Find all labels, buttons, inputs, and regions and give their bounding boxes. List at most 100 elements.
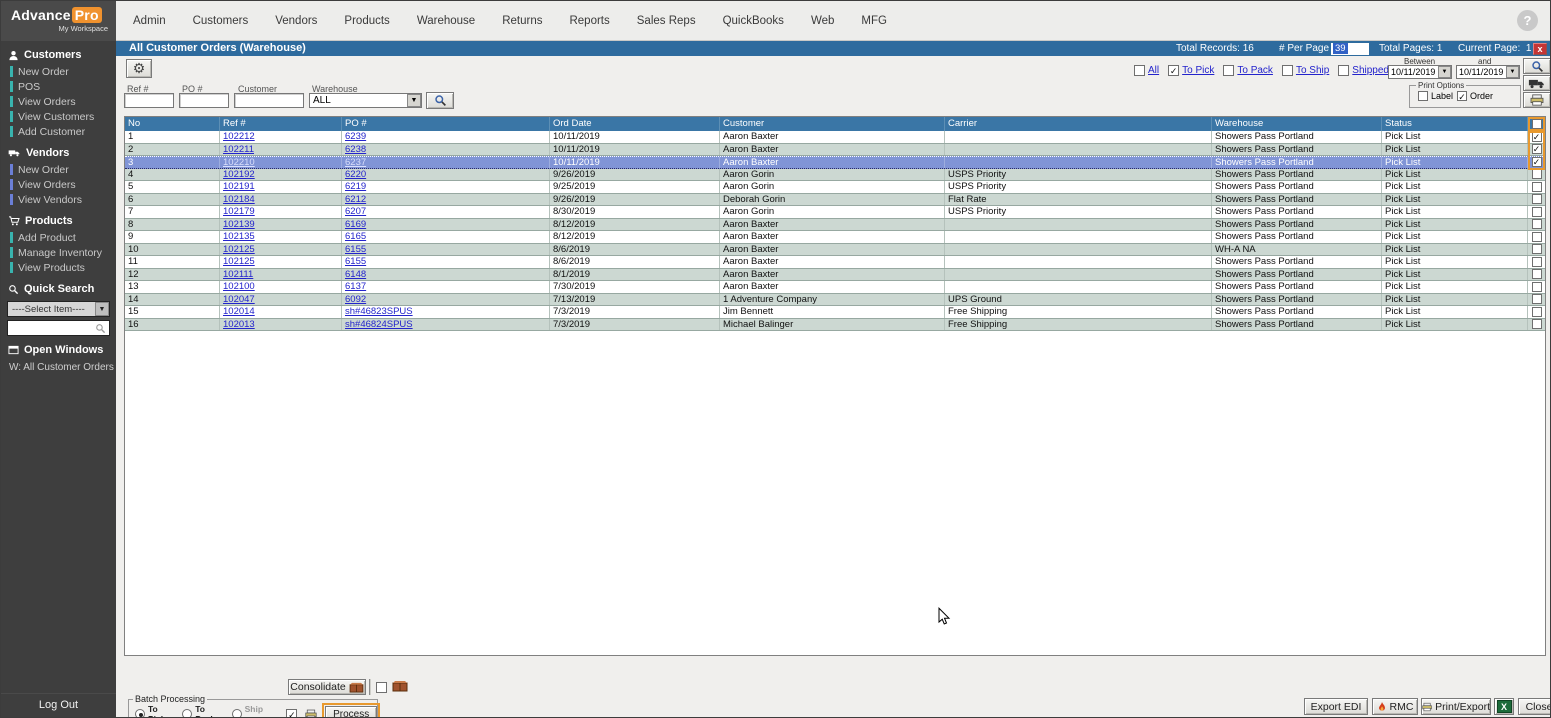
po-link[interactable]: 6237 — [345, 157, 366, 168]
ref-link[interactable]: 102125 — [223, 256, 255, 267]
cell-po[interactable]: 6207 — [342, 206, 550, 218]
cell-po[interactable]: sh#46823SPUS — [342, 306, 550, 318]
radio-button[interactable] — [182, 709, 192, 718]
po-link[interactable]: 6169 — [345, 219, 366, 230]
cell-ref[interactable]: 102135 — [220, 231, 342, 243]
po-filter-input[interactable] — [179, 93, 229, 108]
cell-ref[interactable]: 102191 — [220, 181, 342, 193]
sidebar-item-add-product[interactable]: Add Product — [1, 230, 116, 245]
col-header-ref[interactable]: Ref # — [220, 117, 342, 131]
radio-button[interactable] — [135, 709, 145, 718]
ref-link[interactable]: 102191 — [223, 181, 255, 192]
logout-button[interactable]: Log Out — [1, 693, 116, 716]
po-link[interactable]: 6137 — [345, 281, 366, 292]
nav-reports[interactable]: Reports — [569, 15, 609, 27]
search-icon[interactable] — [95, 323, 106, 334]
checkbox[interactable] — [1223, 65, 1234, 76]
app-logo[interactable]: AdvancePro My Workspace — [1, 1, 116, 41]
table-row[interactable]: 1010212561558/6/2019Aaron BaxterWH-A NAP… — [125, 244, 1545, 257]
customer-filter-input[interactable] — [234, 93, 304, 108]
nav-mfg[interactable]: MFG — [861, 15, 887, 27]
open-window-item[interactable]: W: All Customer Orders — [1, 359, 116, 373]
nav-warehouse[interactable]: Warehouse — [417, 15, 475, 27]
filter-shipped[interactable]: Shipped — [1338, 65, 1389, 76]
quick-search-select[interactable]: ----Select Item---- ▼ — [7, 301, 110, 317]
table-row[interactable]: 1310210061377/30/2019Aaron BaxterShowers… — [125, 281, 1545, 294]
ref-link[interactable]: 102210 — [223, 157, 255, 168]
row-checkbox[interactable] — [1532, 307, 1542, 317]
checkbox[interactable] — [1418, 91, 1428, 101]
filter-to-pick[interactable]: To Pick — [1168, 65, 1214, 76]
cell-po[interactable]: 6155 — [342, 256, 550, 268]
cell-po[interactable]: 6165 — [342, 231, 550, 243]
filter-to-pack[interactable]: To Pack — [1223, 65, 1273, 76]
sidebar-item-view-customers[interactable]: View Customers — [1, 109, 116, 124]
col-header-status[interactable]: Status — [1382, 117, 1528, 131]
sidebar-item-manage-inventory[interactable]: Manage Inventory — [1, 245, 116, 260]
po-link[interactable]: 6212 — [345, 194, 366, 205]
package-icon[interactable] — [392, 680, 408, 692]
cell-ref[interactable]: 102125 — [220, 244, 342, 256]
nav-returns[interactable]: Returns — [502, 15, 542, 27]
chevron-down-icon[interactable]: ▼ — [1438, 66, 1451, 78]
cell-ref[interactable]: 102111 — [220, 269, 342, 281]
rmc-button[interactable]: RMC — [1372, 698, 1418, 715]
cell-ref[interactable]: 102047 — [220, 294, 342, 306]
row-checkbox[interactable] — [1532, 232, 1542, 242]
cell-ref[interactable]: 102211 — [220, 144, 342, 156]
cell-ref[interactable]: 102212 — [220, 131, 342, 143]
cell-po[interactable]: 6212 — [342, 194, 550, 206]
sidebar-item-customers-new-order[interactable]: New Order — [1, 64, 116, 79]
print-option-order[interactable]: Order — [1457, 91, 1493, 101]
row-checkbox[interactable] — [1532, 169, 1542, 179]
sidebar-item-view-vendors[interactable]: View Vendors — [1, 192, 116, 207]
row-checkbox[interactable] — [1532, 294, 1542, 304]
row-checkbox[interactable] — [1532, 207, 1542, 217]
col-header-ord-date[interactable]: Ord Date — [550, 117, 720, 131]
row-checkbox[interactable] — [1532, 144, 1542, 154]
export-edi-button[interactable]: Export EDI — [1304, 698, 1368, 715]
po-link[interactable]: 6238 — [345, 144, 366, 155]
printer-icon[interactable] — [305, 709, 317, 718]
cell-po[interactable]: 6220 — [342, 169, 550, 181]
cell-po[interactable]: 6238 — [342, 144, 550, 156]
date-to-select[interactable]: 10/11/2019▼ — [1456, 65, 1520, 79]
table-row[interactable]: 1110212561558/6/2019Aaron BaxterShowers … — [125, 256, 1545, 269]
ref-link[interactable]: 102125 — [223, 244, 255, 255]
table-row[interactable]: 810213961698/12/2019Aaron BaxterShowers … — [125, 219, 1545, 232]
checkbox[interactable] — [1168, 65, 1179, 76]
col-header-customer[interactable]: Customer — [720, 117, 945, 131]
checkbox[interactable] — [1134, 65, 1145, 76]
cell-po[interactable]: 6169 — [342, 219, 550, 231]
radio-ship-now[interactable]: Ship now — [232, 704, 279, 718]
nav-customers[interactable]: Customers — [193, 15, 249, 27]
po-link[interactable]: sh#46824SPUS — [345, 319, 413, 330]
warehouse-select[interactable]: ALL ▼ — [309, 93, 422, 108]
print-option-label[interactable]: Label — [1418, 91, 1453, 101]
table-row[interactable]: 410219262209/26/2019Aaron GorinUSPS Prio… — [125, 169, 1545, 182]
ref-link[interactable]: 102184 — [223, 194, 255, 205]
consolidate-button[interactable]: Consolidate — [288, 679, 366, 695]
sidebar-item-pos[interactable]: POS — [1, 79, 116, 94]
ship-truck-button[interactable] — [1523, 75, 1551, 91]
nav-vendors[interactable]: Vendors — [275, 15, 317, 27]
cell-ref[interactable]: 102179 — [220, 206, 342, 218]
search-orders-button[interactable] — [1523, 58, 1551, 74]
table-row[interactable]: 1102212623910/11/2019Aaron BaxterShowers… — [125, 131, 1545, 144]
checkbox[interactable] — [1338, 65, 1349, 76]
nav-web[interactable]: Web — [811, 15, 834, 27]
sidebar-item-customers-view-orders[interactable]: View Orders — [1, 94, 116, 109]
row-checkbox[interactable] — [1532, 269, 1542, 279]
po-link[interactable]: 6239 — [345, 131, 366, 142]
cell-ref[interactable]: 102184 — [220, 194, 342, 206]
col-header-carrier[interactable]: Carrier — [945, 117, 1212, 131]
process-button[interactable]: Process — [325, 706, 377, 718]
date-from-select[interactable]: 10/11/2019▼ — [1388, 65, 1452, 79]
ref-link[interactable]: 102139 — [223, 219, 255, 230]
row-checkbox[interactable] — [1532, 219, 1542, 229]
quick-search-input[interactable] — [7, 320, 110, 336]
cell-po[interactable]: 6155 — [342, 244, 550, 256]
cell-po[interactable]: 6148 — [342, 269, 550, 281]
cell-po[interactable]: 6219 — [342, 181, 550, 193]
sidebar-item-add-customer[interactable]: Add Customer — [1, 124, 116, 139]
